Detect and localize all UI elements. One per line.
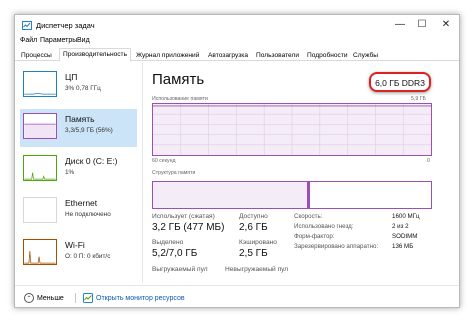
sidebar-item-subtitle: 1% (65, 169, 75, 176)
tab-performance[interactable]: Производительность (59, 48, 131, 62)
memory-in-use-segment[interactable] (153, 182, 308, 208)
disk-thumbnail-graph (23, 155, 57, 181)
info-label: Использовано гнезд: (294, 223, 354, 230)
ethernet-thumbnail-graph (23, 197, 57, 223)
usage-graph-max: 5,9 ГБ (411, 96, 426, 102)
structure-label: Структура памяти (152, 170, 196, 176)
tab-services[interactable]: Службы (349, 49, 382, 61)
sidebar-item-subtitle: 3,3/5,9 ГБ (56%) (65, 127, 113, 134)
cached-label: Кэшировано (239, 239, 277, 246)
resource-monitor-icon (83, 293, 93, 303)
sidebar-item-disk[interactable]: Диск 0 (C: E:) 1% (20, 151, 137, 189)
cached-value: 2,5 ГБ (239, 248, 268, 259)
menu-options[interactable]: Параметры (40, 37, 77, 44)
resource-sidebar: ЦП 3% 0,78 ГГц Память 3,3/5,9 ГБ (56%) Д… (20, 67, 137, 279)
tab-users[interactable]: Пользователи (252, 49, 303, 61)
menu-file[interactable]: Файл (20, 37, 37, 44)
available-label: Доступно (239, 213, 268, 220)
title-bar[interactable]: Диспетчер задач — ☐ ✕ (15, 15, 459, 36)
minimize-button[interactable]: — (393, 19, 407, 31)
window-title: Диспетчер задач (36, 21, 95, 30)
resource-monitor-link[interactable]: Открыть монитор ресурсов (75, 293, 185, 303)
in-use-value: 3,2 ГБ (477 МБ) (152, 222, 225, 233)
info-label: Зарезервировано аппаратно: (294, 243, 379, 250)
sidebar-item-subtitle: О: 0 П: 0 кбит/с (65, 253, 111, 260)
sidebar-item-title: ЦП (65, 72, 78, 82)
sidebar-item-title: Wi-Fi (65, 240, 85, 250)
menu-view[interactable]: Вид (77, 37, 90, 44)
fewer-details-label: Меньше (37, 294, 64, 302)
tab-startup[interactable]: Автозагрузка (204, 49, 252, 61)
info-value: 2 из 2 (392, 223, 409, 230)
task-manager-window: Диспетчер задач — ☐ ✕ Файл Параметры Вид… (14, 14, 460, 308)
sidebar-item-title: Ethernet (65, 198, 98, 208)
memory-composition-bar[interactable] (152, 181, 432, 209)
cpu-thumbnail-graph (23, 71, 57, 97)
memory-usage-graph (152, 103, 432, 156)
close-button[interactable]: ✕ (439, 19, 453, 31)
tab-processes[interactable]: Процессы (17, 49, 56, 61)
memory-modified-segment[interactable] (308, 182, 310, 208)
tab-bar: Процессы Производительность Журнал прило… (15, 48, 459, 62)
committed-value: 5,2/7,0 ГБ (152, 248, 198, 259)
available-value: 2,6 ГБ (239, 222, 268, 233)
in-use-label: Использует (сжатая) (152, 213, 215, 220)
sidebar-item-subtitle: 3% 0,78 ГГц (65, 85, 101, 92)
graph-time-label: 60 секунд (152, 158, 176, 164)
tab-details[interactable]: Подробности (303, 49, 352, 61)
chevron-up-icon: ⌃ (24, 293, 34, 303)
graph-min-label: 0 (427, 158, 430, 164)
memory-thumbnail-graph (23, 113, 57, 139)
paged-pool-label: Выгружаемый пул (152, 266, 208, 273)
resource-monitor-label: Открыть монитор ресурсов (96, 294, 185, 302)
sidebar-item-title: Память (65, 114, 95, 124)
committed-label: Выделено (152, 239, 184, 246)
sidebar-item-memory[interactable]: Память 3,3/5,9 ГБ (56%) (20, 109, 137, 147)
info-value: SODIMM (392, 233, 418, 240)
footer-bar: ⌃ Меньше Открыть монитор ресурсов (15, 285, 459, 309)
sidebar-item-title: Диск 0 (C: E:) (65, 156, 118, 166)
maximize-button[interactable]: ☐ (415, 19, 429, 31)
sidebar-item-subtitle: Не подключено (65, 211, 111, 218)
nonpaged-pool-label: Невыгружаемый пул (225, 266, 289, 273)
sidebar-item-ethernet[interactable]: Ethernet Не подключено (20, 193, 137, 231)
panel-divider (142, 63, 143, 283)
info-value: 1600 МГц (392, 213, 420, 220)
sidebar-item-cpu[interactable]: ЦП 3% 0,78 ГГц (20, 67, 137, 105)
task-manager-icon (22, 21, 32, 30)
fewer-details-button[interactable]: ⌃ Меньше (24, 293, 64, 303)
info-label: Форм-фактор: (294, 233, 335, 240)
footer-separator (75, 293, 76, 303)
tab-app-history[interactable]: Журнал приложений (132, 49, 203, 61)
info-value: 136 МБ (392, 243, 414, 250)
ram-type-label: 6,0 ГБ DDR3 (375, 78, 425, 88)
info-label: Скорость: (294, 213, 323, 220)
wifi-thumbnail-graph (23, 239, 57, 265)
sidebar-item-wifi[interactable]: Wi-Fi О: 0 П: 0 кбит/с (20, 235, 137, 273)
usage-graph-label: Использование памяти (152, 96, 208, 102)
ram-type-highlight: 6,0 ГБ DDR3 (369, 72, 431, 92)
menu-bar: Файл Параметры Вид (15, 36, 459, 48)
page-title: Память (152, 71, 205, 88)
